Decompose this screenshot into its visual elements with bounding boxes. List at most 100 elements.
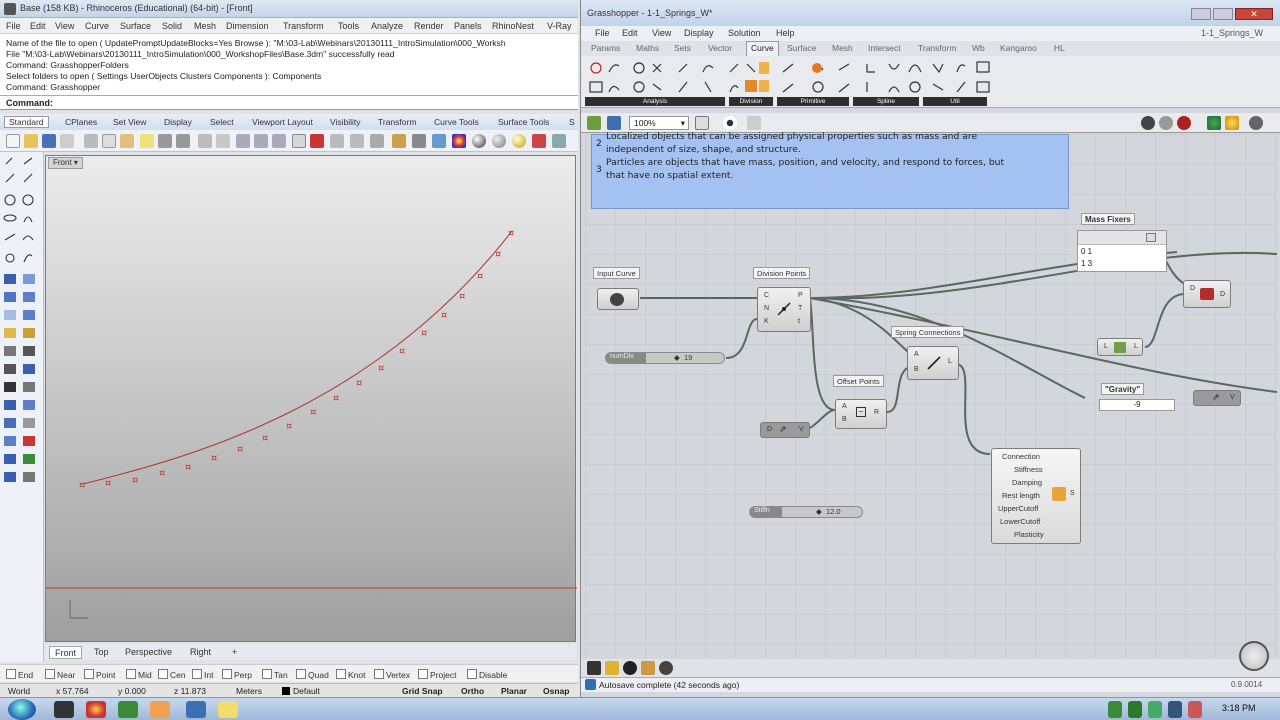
- osnap-perp[interactable]: Perp: [222, 669, 252, 680]
- springs-input-plasticity[interactable]: Plasticity: [1014, 530, 1044, 539]
- save-icon[interactable]: [42, 134, 56, 148]
- move-component[interactable]: A B − R: [835, 399, 887, 429]
- preview-wire-icon[interactable]: [1141, 116, 1155, 130]
- list-item-output[interactable]: L: [1134, 343, 1138, 350]
- taskbar-app-icon[interactable]: [54, 701, 74, 718]
- stiffness-slider[interactable]: Stiffn ◆ 12.0: [749, 506, 863, 518]
- left-toolbar-icons[interactable]: [0, 152, 44, 492]
- line-output-l[interactable]: L: [948, 358, 952, 365]
- springs-component[interactable]: Connection Stiffness Damping Rest length…: [991, 448, 1081, 544]
- bottom-brush-icon[interactable]: [641, 661, 655, 675]
- input-curve-param[interactable]: [597, 288, 639, 310]
- select-icon[interactable]: [330, 134, 344, 148]
- layers-icon[interactable]: [392, 134, 406, 148]
- folder-icon[interactable]: [218, 701, 238, 718]
- tab-params[interactable]: Params: [591, 43, 620, 53]
- zoom-extents-icon[interactable]: [695, 116, 709, 130]
- zoom-icon[interactable]: [236, 134, 250, 148]
- clock[interactable]: 3:18 PM: [1222, 703, 1256, 713]
- options-icon[interactable]: [532, 134, 546, 148]
- globe-icon[interactable]: [1207, 116, 1221, 130]
- bottom-tool-icon[interactable]: [605, 661, 619, 675]
- undo-icon[interactable]: [158, 134, 172, 148]
- osnap-mid[interactable]: Mid: [126, 669, 152, 680]
- springs-input-stiffness[interactable]: Stiffness: [1014, 465, 1043, 474]
- viewport-tab-perspective[interactable]: Perspective: [120, 646, 177, 659]
- tab-vector[interactable]: Vector: [708, 43, 732, 53]
- set-cplane-icon[interactable]: [310, 134, 324, 148]
- color-wheel-icon[interactable]: [452, 134, 466, 148]
- list-item-input[interactable]: L: [1104, 343, 1108, 350]
- render-icon[interactable]: [472, 134, 486, 148]
- properties-icon[interactable]: [432, 134, 446, 148]
- status-layer-swatch[interactable]: Default: [282, 686, 320, 696]
- pan-icon[interactable]: [198, 134, 212, 148]
- toolbar-tab-display[interactable]: Display: [164, 117, 192, 127]
- tab-kangaroo[interactable]: Kangaroo: [1000, 43, 1037, 53]
- tab-intersect[interactable]: Intersect: [868, 43, 901, 53]
- maximize-button[interactable]: [1213, 8, 1233, 20]
- sketch-icon[interactable]: [747, 116, 761, 130]
- viewport-tab-right[interactable]: Right: [185, 646, 216, 659]
- tab-transform[interactable]: Transform: [918, 43, 956, 53]
- rhino-menu-dimension[interactable]: Dimension: [226, 21, 269, 31]
- open-file-icon[interactable]: [24, 134, 38, 148]
- line-component[interactable]: A B L: [907, 346, 959, 380]
- osnap-vertex[interactable]: Vertex: [374, 669, 410, 680]
- rhino-menu-mesh[interactable]: Mesh: [194, 21, 216, 31]
- line-input-a[interactable]: A: [914, 351, 919, 358]
- line-input-b[interactable]: B: [914, 366, 919, 373]
- viewport-tab-front[interactable]: Front: [49, 646, 83, 659]
- ribbon-group-division[interactable]: Division: [729, 97, 773, 106]
- print-icon[interactable]: [60, 134, 74, 148]
- offset-output-r[interactable]: R: [874, 409, 879, 416]
- excel-icon[interactable]: [118, 701, 138, 718]
- rhino-menu-view[interactable]: View: [55, 21, 74, 31]
- rhino-menu-panels[interactable]: Panels: [454, 21, 482, 31]
- toolbar-tab-surface-tools[interactable]: Surface Tools: [498, 117, 549, 127]
- rhino-menu-edit[interactable]: Edit: [30, 21, 46, 31]
- flag-icon[interactable]: [1188, 701, 1202, 718]
- gh-document-name[interactable]: 1-1_Springs_W: [1201, 28, 1263, 38]
- toolbar-tab-select[interactable]: Select: [210, 117, 234, 127]
- springs-input-rest-length[interactable]: Rest length: [1002, 491, 1040, 500]
- div-output-p[interactable]: P: [798, 292, 803, 299]
- springs-input-damping[interactable]: Damping: [1012, 478, 1042, 487]
- osnap-int[interactable]: Int: [192, 669, 213, 680]
- osnap-quad[interactable]: Quad: [296, 669, 329, 680]
- zoom-extents-icon[interactable]: [272, 134, 286, 148]
- chrome-icon[interactable]: [86, 701, 106, 718]
- viewport-tab-add[interactable]: +: [227, 646, 242, 659]
- preview-selected-icon[interactable]: [1177, 116, 1191, 130]
- ribbon-group-spline[interactable]: Spline: [853, 97, 919, 106]
- rhino-menu-curve[interactable]: Curve: [85, 21, 109, 31]
- gravity-vector-component[interactable]: ⇗ V: [1193, 390, 1241, 406]
- show-icon[interactable]: [350, 134, 364, 148]
- rhino-menu-render[interactable]: Render: [414, 21, 444, 31]
- gh-menu-view[interactable]: View: [652, 28, 671, 38]
- preview-icon[interactable]: [723, 116, 737, 130]
- anchor-output[interactable]: D: [1220, 291, 1225, 298]
- tab-curve[interactable]: Curve: [746, 41, 779, 56]
- curve-component-icons[interactable]: [587, 58, 1007, 98]
- osnap-button[interactable]: Osnap: [543, 686, 569, 696]
- springs-input-lower-cutoff[interactable]: LowerCutoff: [1000, 517, 1040, 526]
- copy-icon[interactable]: [102, 134, 116, 148]
- paste-icon[interactable]: [120, 134, 134, 148]
- osnap-near[interactable]: Near: [45, 669, 75, 680]
- toolbar-tab-cplanes[interactable]: CPlanes: [65, 117, 97, 127]
- div-input-c[interactable]: C: [764, 292, 769, 299]
- ortho-button[interactable]: Ortho: [461, 686, 484, 696]
- tray-icon[interactable]: [1148, 701, 1162, 718]
- zoom-window-icon[interactable]: [254, 134, 268, 148]
- stiffness-slider-grip[interactable]: ◆: [816, 507, 822, 516]
- ribbon-group-util[interactable]: Util: [923, 97, 987, 106]
- rhino-task-icon[interactable]: [186, 701, 206, 718]
- bottom-no-icon[interactable]: [659, 661, 673, 675]
- light-icon[interactable]: [412, 134, 426, 148]
- grid-snap-button[interactable]: Grid Snap: [402, 686, 443, 696]
- tab-maths[interactable]: Maths: [636, 43, 659, 53]
- anchor-component[interactable]: D D: [1183, 280, 1231, 308]
- start-button[interactable]: [8, 699, 36, 720]
- gh-menu-solution[interactable]: Solution: [728, 28, 761, 38]
